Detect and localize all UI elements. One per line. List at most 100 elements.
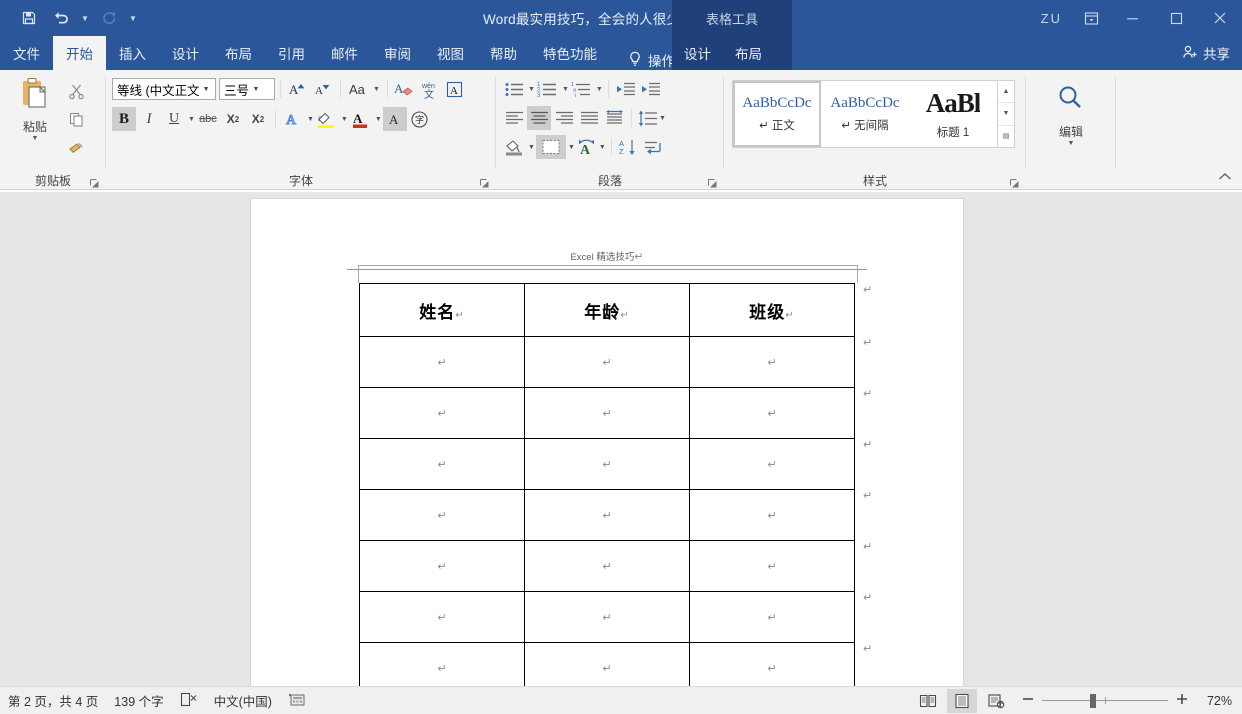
bold-button[interactable]: B (112, 107, 136, 131)
font-dialog-launcher-icon[interactable] (479, 176, 490, 187)
table-cell[interactable]: ↵ (525, 541, 690, 592)
styles-dialog-launcher-icon[interactable] (1009, 176, 1020, 187)
table-cell[interactable]: ↵ (690, 643, 855, 687)
table-cell-header-class[interactable]: 班级↵ (690, 284, 855, 337)
tab-help[interactable]: 帮助 (477, 36, 530, 70)
maximize-icon[interactable] (1154, 0, 1198, 36)
tab-table-layout[interactable]: 布局 (723, 36, 774, 70)
tab-layout[interactable]: 布局 (212, 36, 265, 70)
zoom-out-button[interactable] (1021, 692, 1035, 709)
phonetic-guide-icon[interactable]: wén文 (418, 77, 442, 101)
grow-font-icon[interactable]: A (286, 77, 310, 101)
table-row[interactable]: ↵ ↵ ↵ (360, 337, 855, 388)
highlight-color-icon[interactable]: ab (315, 107, 339, 131)
web-layout-button[interactable] (981, 689, 1011, 713)
table-cell[interactable]: ↵ (525, 643, 690, 687)
table-cell-header-name[interactable]: 姓名↵ (360, 284, 525, 337)
zoom-slider[interactable]: 72% (1021, 692, 1232, 709)
save-icon[interactable] (14, 5, 44, 31)
table-cell[interactable]: ↵ (360, 592, 525, 643)
table-cell[interactable]: ↵ (360, 643, 525, 687)
ribbon-display-options-icon[interactable] (1072, 0, 1110, 36)
borders-dropdown-icon[interactable]: ▼ (568, 144, 575, 151)
document-page[interactable]: Excel 精选技巧↵ 姓名↵ 年龄↵ 班级↵ ↵ ↵ ↵ (250, 198, 964, 686)
highlight-dropdown-icon[interactable]: ▼ (341, 116, 348, 123)
editing-dropdown-icon[interactable]: ▼ (1068, 140, 1075, 148)
word-count[interactable]: 139 个字 (114, 691, 163, 710)
table-row[interactable]: ↵ ↵ ↵ (360, 643, 855, 687)
table-cell[interactable]: ↵ (360, 439, 525, 490)
font-name-dropdown-icon[interactable]: ▼ (199, 86, 213, 93)
font-name-combobox[interactable]: 等线 (中文正文 ▼ (112, 78, 216, 100)
format-painter-icon[interactable] (64, 135, 88, 159)
table-cell[interactable]: ↵ (360, 388, 525, 439)
font-color-dropdown-icon[interactable]: ▼ (375, 116, 382, 123)
underline-button[interactable]: U (162, 107, 186, 131)
table-cell[interactable]: ↵ (525, 337, 690, 388)
table-cell[interactable]: ↵ (360, 490, 525, 541)
language-indicator[interactable]: 中文(中国) (214, 691, 272, 710)
tab-home[interactable]: 开始 (53, 36, 106, 70)
numbering-icon[interactable]: 123 (536, 77, 560, 101)
shading-icon[interactable] (502, 135, 526, 159)
minimize-icon[interactable] (1110, 0, 1154, 36)
multilevel-list-icon[interactable]: 1ai (570, 77, 594, 101)
clipboard-dialog-launcher-icon[interactable] (89, 176, 100, 187)
paragraph-dialog-launcher-icon[interactable] (707, 176, 718, 187)
table-cell[interactable]: ↵ (525, 388, 690, 439)
asian-layout-icon[interactable]: A▼ (576, 135, 606, 159)
tab-review[interactable]: 审阅 (371, 36, 424, 70)
align-right-icon[interactable] (552, 106, 576, 130)
user-account-initials[interactable]: ZU (1031, 11, 1072, 26)
subscript-button[interactable]: X2 (221, 107, 245, 131)
font-color-icon[interactable]: A (349, 107, 373, 131)
text-effects-icon[interactable]: A (281, 107, 305, 131)
close-icon[interactable] (1198, 0, 1242, 36)
line-spacing-icon[interactable]: ▼ (637, 106, 666, 130)
tab-file[interactable]: 文件 (0, 36, 53, 70)
multilevel-dropdown-icon[interactable]: ▼ (596, 86, 603, 93)
style-item-no-spacing[interactable]: AaBbCcDc ↵ 无间隔 (821, 81, 909, 147)
tab-special-features[interactable]: 特色功能 (530, 36, 610, 70)
table-cell[interactable]: ↵ (525, 592, 690, 643)
table-cell[interactable]: ↵ (525, 439, 690, 490)
redo-icon[interactable] (94, 5, 124, 31)
table-cell[interactable]: ↵ (525, 490, 690, 541)
table-cell[interactable]: ↵ (690, 439, 855, 490)
table-row[interactable]: ↵ ↵ ↵ (360, 388, 855, 439)
style-item-normal[interactable]: AaBbCcDc ↵ 正文 (733, 81, 821, 147)
word-table[interactable]: 姓名↵ 年龄↵ 班级↵ ↵ ↵ ↵ ↵ ↵ ↵ ↵ ↵ (359, 283, 855, 686)
increase-indent-icon[interactable] (639, 77, 663, 101)
align-left-icon[interactable] (502, 106, 526, 130)
proofing-icon[interactable] (180, 692, 198, 710)
tab-mailings[interactable]: 邮件 (318, 36, 371, 70)
bullets-icon[interactable] (502, 77, 526, 101)
undo-dropdown-icon[interactable]: ▼ (78, 5, 92, 31)
borders-icon[interactable] (536, 135, 566, 159)
table-cell[interactable]: ↵ (360, 337, 525, 388)
table-cell[interactable]: ↵ (690, 490, 855, 541)
share-button[interactable]: 共享 (1182, 36, 1230, 70)
shading-dropdown-icon[interactable]: ▼ (528, 144, 535, 151)
document-canvas[interactable]: Excel 精选技巧↵ 姓名↵ 年龄↵ 班级↵ ↵ ↵ ↵ (0, 192, 1242, 686)
undo-icon[interactable] (46, 5, 76, 31)
character-border-icon[interactable]: A (443, 77, 467, 101)
enclose-characters-icon[interactable]: 字 (408, 107, 432, 131)
table-row[interactable]: ↵ ↵ ↵ (360, 490, 855, 541)
character-shading-icon[interactable]: A (383, 107, 407, 131)
style-item-heading-1[interactable]: AaBl 标题 1 (909, 81, 997, 147)
underline-dropdown-icon[interactable]: ▼ (188, 116, 195, 123)
align-center-icon[interactable] (527, 106, 551, 130)
justify-icon[interactable] (577, 106, 601, 130)
table-cell[interactable]: ↵ (690, 337, 855, 388)
shrink-font-icon[interactable]: A (311, 77, 335, 101)
table-header-row[interactable]: 姓名↵ 年龄↵ 班级↵ (360, 284, 855, 337)
cut-icon[interactable] (64, 79, 88, 103)
customize-qat-icon[interactable]: ▼ (126, 5, 140, 31)
table-cell[interactable]: ↵ (690, 592, 855, 643)
paste-dropdown-icon[interactable]: ▼ (32, 135, 39, 143)
zoom-percentage[interactable]: 72% (1196, 694, 1232, 708)
change-case-icon[interactable]: Aa▼ (346, 77, 382, 101)
decrease-indent-icon[interactable] (614, 77, 638, 101)
font-size-combobox[interactable]: 三号 ▼ (219, 78, 275, 100)
